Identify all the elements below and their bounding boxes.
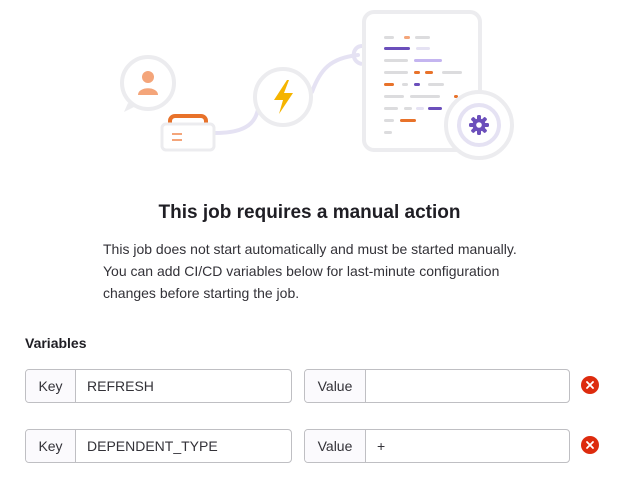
variable-row: Key Value: [25, 369, 605, 403]
variable-value-input[interactable]: [366, 370, 569, 402]
variable-key-field: Key: [25, 429, 292, 463]
variable-key-input[interactable]: [76, 430, 291, 462]
value-addon-label: Value: [305, 370, 366, 402]
variable-key-input[interactable]: [76, 370, 291, 402]
close-icon: [586, 441, 594, 449]
key-addon-label: Key: [26, 370, 76, 402]
lightning-icon: [253, 67, 313, 127]
variables-label: Variables: [25, 335, 87, 351]
value-addon-label: Value: [305, 430, 366, 462]
variable-row: Key Value: [25, 429, 605, 463]
key-addon-label: Key: [26, 430, 76, 462]
variable-value-field: Value: [304, 429, 570, 463]
manual-action-illustration: [120, 10, 514, 160]
variable-key-field: Key: [25, 369, 292, 403]
empty-state-description: This job does not start automatically an…: [103, 241, 517, 301]
close-icon: [586, 381, 594, 389]
empty-state-title: This job requires a manual action: [158, 202, 461, 223]
variable-value-field: Value: [304, 369, 570, 403]
gear-icon: [444, 90, 514, 160]
variable-value-input[interactable]: [366, 430, 569, 462]
remove-variable-button[interactable]: [581, 376, 599, 394]
user-bubble-icon: [120, 55, 176, 112]
remove-variable-button[interactable]: [581, 436, 599, 454]
briefcase-icon: [160, 114, 216, 152]
